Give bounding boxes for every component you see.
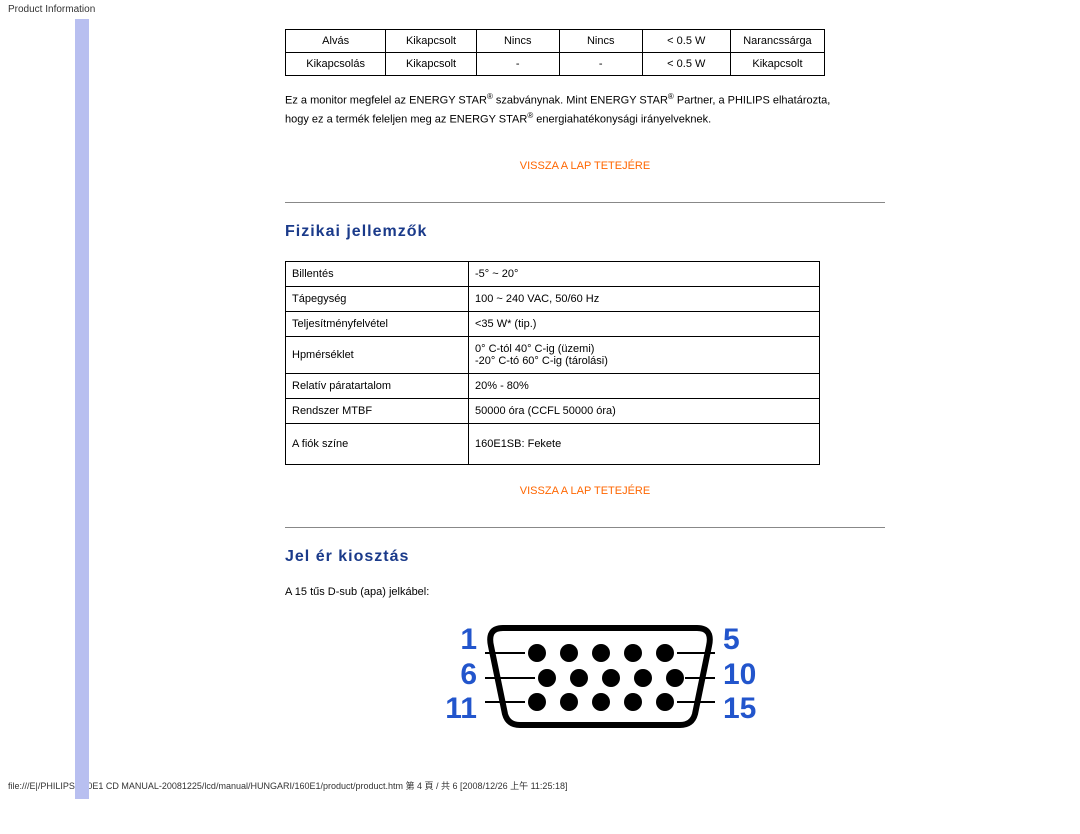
divider	[285, 202, 885, 203]
cell: Nincs	[559, 30, 642, 53]
cell-value: 20% - 80%	[469, 373, 820, 398]
cell-value: 160E1SB: Fekete	[469, 423, 820, 464]
cell: Nincs	[476, 30, 559, 53]
connector-left-numbers: 1 6 11	[427, 623, 477, 727]
cell: Kikapcsolt	[730, 53, 824, 76]
cell-label: Rendszer MTBF	[286, 398, 469, 423]
back-to-top[interactable]: VISSZA A LAP TETEJÉRE	[285, 485, 885, 497]
cell: -	[476, 53, 559, 76]
main-content: Alvás Kikapcsolt Nincs Nincs < 0.5 W Nar…	[285, 19, 885, 733]
table-row: Teljesítményfelvétel<35 W* (tip.)	[286, 311, 820, 336]
text: hogy ez a termék feleljen meg az ENERGY …	[285, 114, 527, 126]
cell: Kikapcsolt	[386, 53, 477, 76]
table-row: Relatív páratartalom20% - 80%	[286, 373, 820, 398]
cell-value: 0° C-tól 40° C-ig (üzemi) -20° C-tó 60° …	[469, 336, 820, 373]
pin-number: 5	[723, 623, 773, 658]
table-row: Billentés-5° ~ 20°	[286, 261, 820, 286]
dsub-description: A 15 tűs D-sub (apa) jelkábel:	[285, 586, 885, 598]
dsub-connector-icon	[485, 618, 715, 733]
cell: Narancssárga	[730, 30, 824, 53]
cell: Kikapcsolt	[386, 30, 477, 53]
table-row: Kikapcsolás Kikapcsolt - - < 0.5 W Kikap…	[286, 53, 825, 76]
cell-label: Billentés	[286, 261, 469, 286]
back-to-top-link[interactable]: VISSZA A LAP TETEJÉRE	[520, 485, 650, 497]
text: szabványnak. Mint ENERGY STAR	[493, 95, 668, 107]
pin-number: 10	[723, 658, 773, 693]
back-to-top[interactable]: VISSZA A LAP TETEJÉRE	[285, 160, 885, 172]
pin-number: 15	[723, 692, 773, 727]
section-heading-physical: Fizikai jellemzők	[285, 223, 885, 241]
cell-label: Relatív páratartalom	[286, 373, 469, 398]
text: Ez a monitor megfelel az ENERGY STAR	[285, 95, 487, 107]
cell-value: <35 W* (tip.)	[469, 311, 820, 336]
table-row: Alvás Kikapcsolt Nincs Nincs < 0.5 W Nar…	[286, 30, 825, 53]
text: Partner, a PHILIPS elhatározta,	[674, 95, 831, 107]
table-row: Tápegység100 ~ 240 VAC, 50/60 Hz	[286, 286, 820, 311]
cell: < 0.5 W	[642, 53, 730, 76]
cell: Kikapcsolás	[286, 53, 386, 76]
pin-number: 6	[427, 658, 477, 693]
pin-number: 1	[427, 623, 477, 658]
page-header-title: Product Information	[0, 0, 1080, 19]
cell: Alvás	[286, 30, 386, 53]
connector-right-numbers: 5 10 15	[723, 623, 773, 727]
table-row: A fiók színe160E1SB: Fekete	[286, 423, 820, 464]
page-wrapper: Alvás Kikapcsolt Nincs Nincs < 0.5 W Nar…	[40, 19, 1040, 733]
cell-label: A fiók színe	[286, 423, 469, 464]
cell-value: 50000 óra (CCFL 50000 óra)	[469, 398, 820, 423]
dsub-connector-figure: 1 6 11 5 10	[315, 618, 885, 733]
section-heading-pin: Jel ér kiosztás	[285, 548, 885, 566]
table-row: Rendszer MTBF50000 óra (CCFL 50000 óra)	[286, 398, 820, 423]
footer-path: file:///E|/PHILIPS/160E1 CD MANUAL-20081…	[0, 773, 1080, 798]
power-table: Alvás Kikapcsolt Nincs Nincs < 0.5 W Nar…	[285, 29, 825, 76]
cell: -	[559, 53, 642, 76]
cell: < 0.5 W	[642, 30, 730, 53]
cell-value: 100 ~ 240 VAC, 50/60 Hz	[469, 286, 820, 311]
back-to-top-link[interactable]: VISSZA A LAP TETEJÉRE	[520, 160, 650, 172]
divider	[285, 527, 885, 528]
spec-table: Billentés-5° ~ 20° Tápegység100 ~ 240 VA…	[285, 261, 820, 465]
text: energiahatékonysági irányelveknek.	[533, 114, 711, 126]
cell-label: Hpmérséklet	[286, 336, 469, 373]
table-row: Hpmérséklet0° C-tól 40° C-ig (üzemi) -20…	[286, 336, 820, 373]
pin-number: 11	[427, 692, 477, 727]
energy-star-text: Ez a monitor megfelel az ENERGY STAR® sz…	[285, 91, 885, 130]
cell-value: -5° ~ 20°	[469, 261, 820, 286]
side-stripe	[75, 19, 89, 799]
cell-label: Teljesítményfelvétel	[286, 311, 469, 336]
cell-label: Tápegység	[286, 286, 469, 311]
